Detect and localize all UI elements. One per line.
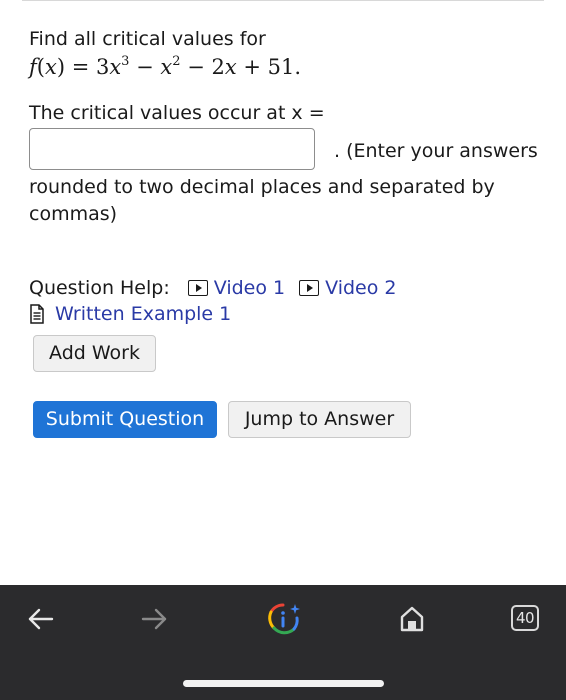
answer-row: . (Enter your answers: [29, 128, 539, 174]
question-help: Question Help: Video 1 Video 2 Written E: [29, 275, 539, 327]
question-content: Find all critical values for f(x) = 3x3 …: [29, 26, 539, 327]
submit-question-button[interactable]: Submit Question: [33, 401, 217, 438]
forward-arrow-icon[interactable]: [140, 606, 168, 632]
tab-count-button[interactable]: 40: [511, 605, 539, 631]
written-example-label: Written Example 1: [55, 303, 232, 325]
jump-to-answer-button[interactable]: Jump to Answer: [228, 401, 411, 438]
answer-label: The critical values occur at x =: [29, 102, 325, 124]
home-indicator[interactable]: [183, 680, 384, 687]
function-expression: f(x) = 3x3 − x2 − 2x + 51.: [29, 54, 302, 79]
video-2-link[interactable]: Video 2: [299, 275, 397, 301]
back-arrow-icon[interactable]: [27, 606, 55, 632]
video-icon: [299, 280, 320, 296]
document-icon: [30, 304, 44, 324]
answer-instructions: rounded to two decimal places and separa…: [29, 176, 495, 225]
written-example-link[interactable]: Written Example 1: [29, 301, 231, 327]
question-prompt: Find all critical values for: [29, 28, 266, 50]
help-row: Question Help: Video 1 Video 2: [29, 275, 539, 301]
top-divider: [22, 0, 544, 1]
google-assistant-icon[interactable]: [266, 602, 302, 636]
help-label: Question Help:: [29, 277, 170, 299]
add-work-button[interactable]: Add Work: [33, 335, 156, 372]
video-1-label: Video 1: [213, 277, 286, 299]
video-icon: [187, 280, 208, 296]
written-example-row: Written Example 1: [29, 301, 539, 327]
video-2-label: Video 2: [325, 277, 397, 299]
answer-suffix: . (Enter your answers: [334, 140, 538, 162]
home-icon[interactable]: [398, 605, 426, 633]
video-1-link[interactable]: Video 1: [187, 275, 286, 301]
answer-input[interactable]: [29, 128, 315, 170]
